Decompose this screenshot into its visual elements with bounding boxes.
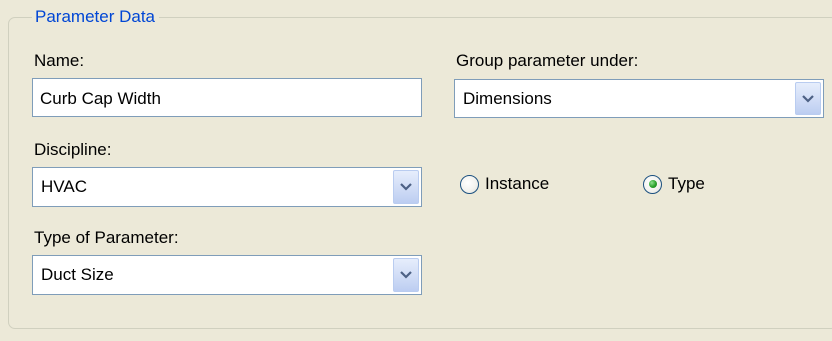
name-label: Name: bbox=[34, 51, 85, 70]
type-radio-label: Type bbox=[668, 174, 705, 193]
type-of-parameter-dropdown[interactable]: Duct Size bbox=[32, 255, 422, 295]
group-under-dropdown-button[interactable] bbox=[795, 82, 821, 115]
instance-radio-circle[interactable] bbox=[460, 174, 479, 194]
instance-radio[interactable]: Instance bbox=[460, 173, 549, 195]
group-under-value: Dimensions bbox=[463, 88, 552, 108]
discipline-dropdown-button[interactable] bbox=[393, 170, 419, 204]
type-of-parameter-dropdown-button[interactable] bbox=[393, 258, 419, 292]
group-title: Parameter Data bbox=[32, 6, 159, 28]
discipline-value: HVAC bbox=[41, 177, 87, 196]
type-of-parameter-value: Duct Size bbox=[41, 265, 114, 284]
chevron-down-icon bbox=[400, 183, 412, 191]
name-input[interactable]: Curb Cap Width bbox=[32, 78, 422, 117]
chevron-down-icon bbox=[400, 271, 412, 279]
instance-radio-label: Instance bbox=[485, 174, 550, 193]
chevron-down-icon bbox=[802, 94, 814, 103]
group-under-label: Group parameter under: bbox=[456, 51, 639, 70]
name-input-value: Curb Cap Width bbox=[40, 89, 161, 108]
discipline-label: Discipline: bbox=[34, 140, 112, 159]
group-under-dropdown[interactable]: Dimensions bbox=[454, 79, 824, 118]
radio-selected-dot bbox=[648, 180, 657, 188]
type-radio-circle[interactable] bbox=[643, 174, 662, 194]
type-of-parameter-label: Type of Parameter: bbox=[34, 228, 179, 247]
type-radio[interactable]: Type bbox=[643, 173, 705, 195]
discipline-dropdown[interactable]: HVAC bbox=[32, 167, 422, 207]
